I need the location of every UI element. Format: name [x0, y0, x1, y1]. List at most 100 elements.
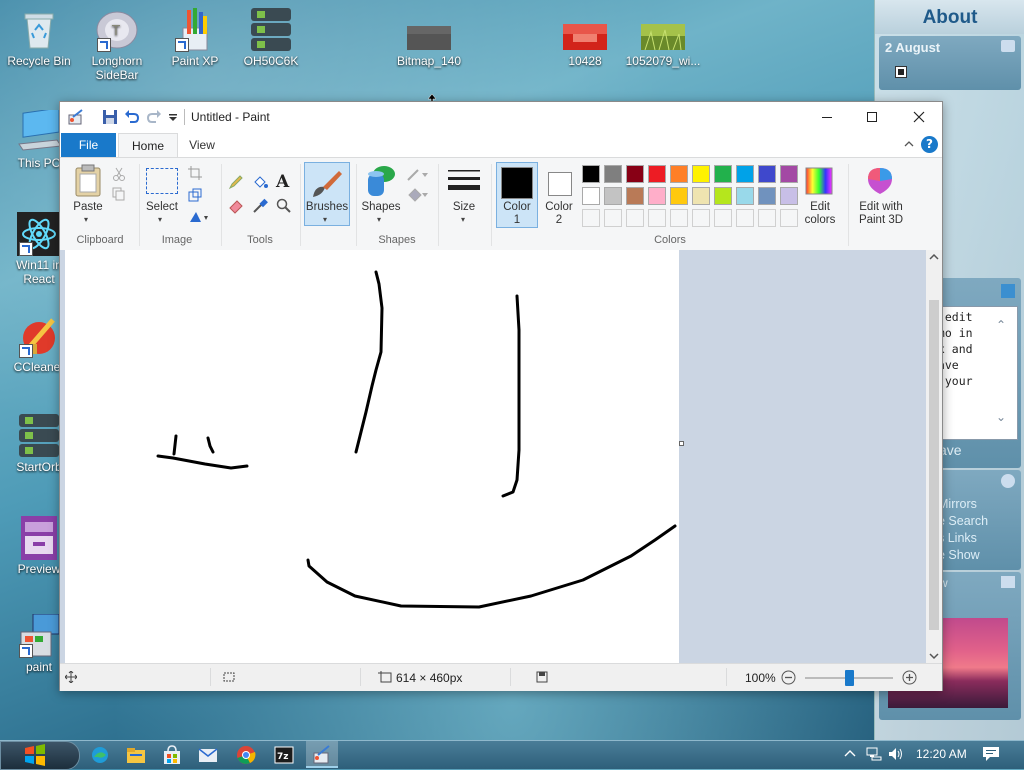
oh50c6k-desktop-icon[interactable]: OH50C6K	[232, 8, 310, 68]
save-icon[interactable]	[102, 109, 118, 125]
7zip-taskbar-icon[interactable]: 7z	[274, 745, 294, 765]
palette-color-swatch[interactable]	[714, 165, 732, 183]
palette-color-swatch[interactable]	[626, 165, 644, 183]
paint-app-icon[interactable]	[68, 109, 84, 125]
select-dropdown-icon[interactable]: ▾	[158, 215, 162, 224]
sidebar-link[interactable]: s Links	[938, 530, 988, 547]
rotate-icon[interactable]	[188, 210, 210, 224]
palette-color-swatch[interactable]	[758, 187, 776, 205]
paint-taskbar-button[interactable]	[306, 741, 338, 768]
palette-color-swatch[interactable]	[626, 187, 644, 205]
sidebar-about-title[interactable]: About	[875, 0, 1024, 34]
start-button[interactable]	[0, 741, 80, 770]
palette-empty-swatch[interactable]	[626, 209, 644, 227]
color-picker-tool-icon[interactable]	[252, 198, 268, 214]
mail-taskbar-icon[interactable]	[198, 745, 218, 765]
maximize-button[interactable]	[849, 102, 894, 132]
text-tool-icon[interactable]: A	[276, 172, 289, 192]
longhorn-sidebar-desktop-icon[interactable]: T Longhorn SideBar	[78, 8, 156, 82]
edge-taskbar-icon[interactable]	[90, 745, 110, 765]
clock-time[interactable]: 12:20 AM	[916, 747, 967, 761]
palette-empty-swatch[interactable]	[714, 209, 732, 227]
shapes-dropdown-icon[interactable]: ▾	[377, 215, 381, 224]
palette-color-swatch[interactable]	[648, 187, 666, 205]
eraser-tool-icon[interactable]	[228, 198, 244, 214]
brushes-dropdown-icon[interactable]: ▾	[323, 215, 327, 224]
zoom-slider-thumb[interactable]	[844, 670, 854, 686]
palette-color-swatch[interactable]	[582, 187, 600, 205]
palette-color-swatch[interactable]	[670, 187, 688, 205]
memo-scroll-up-icon[interactable]: ⌃	[996, 318, 1006, 332]
customize-toolbar-icon[interactable]	[167, 109, 183, 125]
minimize-button[interactable]	[804, 102, 849, 132]
palette-color-swatch[interactable]	[670, 165, 688, 183]
tab-view[interactable]: View	[178, 133, 226, 157]
scroll-up-icon[interactable]	[929, 252, 939, 265]
sidebar-link[interactable]: Mirrors	[938, 496, 988, 513]
fill-shape-icon[interactable]	[406, 188, 430, 202]
palette-color-swatch[interactable]	[582, 165, 600, 183]
palette-color-swatch[interactable]	[736, 187, 754, 205]
scroll-down-icon[interactable]	[929, 650, 939, 664]
resize-icon[interactable]	[188, 188, 202, 202]
size-button[interactable]	[446, 166, 482, 196]
action-center-icon[interactable]	[982, 746, 1000, 765]
network-icon[interactable]	[866, 747, 882, 764]
copy-icon[interactable]	[112, 187, 126, 201]
sidebar-link[interactable]: e Show	[938, 547, 988, 564]
pencil-tool-icon[interactable]	[228, 174, 244, 190]
paint-xp-desktop-icon[interactable]: Paint XP	[156, 8, 234, 68]
magnifier-tool-icon[interactable]	[276, 198, 292, 214]
palette-color-swatch[interactable]	[780, 187, 798, 205]
tab-file[interactable]: File	[61, 133, 116, 157]
palette-color-swatch[interactable]	[604, 165, 622, 183]
help-icon[interactable]: ?	[921, 136, 938, 153]
collapse-ribbon-icon[interactable]	[902, 137, 916, 151]
close-button[interactable]	[896, 102, 941, 132]
palette-empty-swatch[interactable]	[692, 209, 710, 227]
palette-empty-swatch[interactable]	[648, 209, 666, 227]
vertical-scrollbar[interactable]	[926, 250, 942, 663]
zoom-slider[interactable]	[805, 670, 893, 686]
tab-home[interactable]: Home	[118, 133, 178, 158]
palette-color-swatch[interactable]	[758, 165, 776, 183]
canvas-resize-handle[interactable]	[679, 441, 684, 446]
store-taskbar-icon[interactable]	[162, 745, 182, 765]
palette-color-swatch[interactable]	[736, 165, 754, 183]
zoom-in-button[interactable]	[902, 670, 917, 685]
canvas-area[interactable]	[60, 250, 926, 663]
recycle-bin-desktop-icon[interactable]: Recycle Bin	[0, 8, 78, 68]
chrome-taskbar-icon[interactable]	[236, 745, 256, 765]
title-bar[interactable]: Untitled - Paint	[60, 102, 942, 132]
file-explorer-taskbar-icon[interactable]	[126, 745, 146, 765]
memo-scroll-down-icon[interactable]: ⌄	[996, 410, 1006, 424]
palette-color-swatch[interactable]	[780, 165, 798, 183]
sidebar-checkbox-icon[interactable]	[895, 66, 907, 78]
palette-empty-swatch[interactable]	[758, 209, 776, 227]
paint3d-button[interactable]	[866, 166, 894, 196]
cut-icon[interactable]	[112, 167, 126, 181]
palette-empty-swatch[interactable]	[780, 209, 798, 227]
image-10428-desktop-icon[interactable]: 10428	[546, 8, 624, 68]
palette-color-swatch[interactable]	[714, 187, 732, 205]
palette-color-swatch[interactable]	[604, 187, 622, 205]
select-button[interactable]	[146, 168, 178, 194]
image-1052079-desktop-icon[interactable]: 1052079_wi...	[624, 8, 702, 68]
scrollbar-thumb[interactable]	[929, 300, 939, 630]
redo-icon[interactable]	[146, 109, 162, 125]
palette-color-swatch[interactable]	[692, 165, 710, 183]
fill-tool-icon[interactable]	[252, 174, 268, 190]
sidebar-link[interactable]: e Search	[938, 513, 988, 530]
volume-icon[interactable]	[888, 747, 904, 764]
outline-icon[interactable]	[406, 168, 430, 182]
palette-color-swatch[interactable]	[692, 187, 710, 205]
tray-overflow-icon[interactable]	[844, 747, 856, 764]
undo-icon[interactable]	[124, 109, 140, 125]
palette-empty-swatch[interactable]	[604, 209, 622, 227]
bitmap-140-desktop-icon[interactable]: Bitmap_140	[390, 8, 468, 68]
paste-dropdown-icon[interactable]: ▾	[84, 215, 88, 224]
shapes-button[interactable]	[364, 164, 398, 198]
palette-empty-swatch[interactable]	[670, 209, 688, 227]
edit-colors-button[interactable]	[804, 166, 834, 196]
sidebar-settings-icon[interactable]	[1001, 40, 1015, 52]
